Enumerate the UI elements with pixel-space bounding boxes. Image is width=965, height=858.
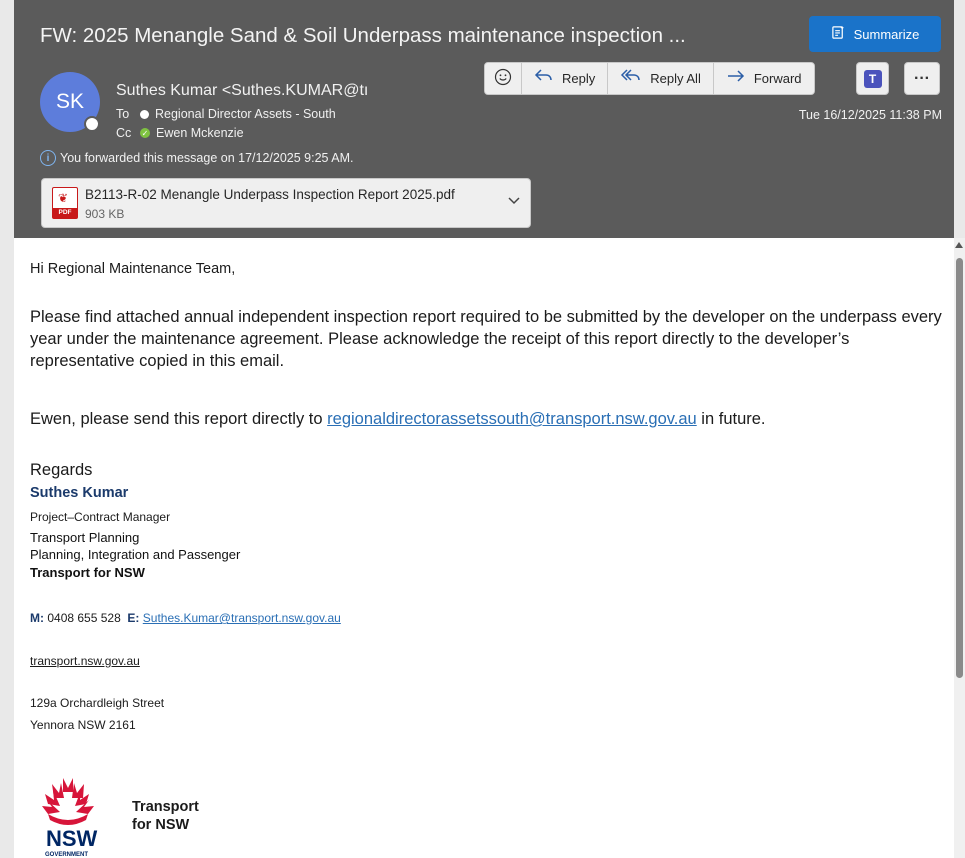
chevron-down-icon[interactable] xyxy=(508,194,520,208)
reply-all-icon xyxy=(620,68,642,89)
sender-name[interactable]: Suthes Kumar <Suthes.KUMAR@tı xyxy=(116,82,394,100)
reaction-button[interactable] xyxy=(485,63,522,94)
signature-division: Planning, Integration and Passenger xyxy=(30,547,241,562)
para2-prefix: Ewen, please send this report directly t… xyxy=(30,410,328,428)
signature-organisation: Transport for NSW xyxy=(30,565,145,580)
address-line: Yennora NSW 2161 xyxy=(30,718,136,732)
pdf-type-label: PDF xyxy=(53,208,77,218)
body-paragraph: Please find attached annual independent … xyxy=(30,308,942,370)
attachment-name: B2113-R-02 Menangle Underpass Inspection… xyxy=(85,187,455,202)
attachment-size: 903 KB xyxy=(85,207,125,221)
vertical-scrollbar[interactable] xyxy=(954,238,965,858)
more-actions-button[interactable]: ··· xyxy=(904,62,940,95)
teams-icon: T xyxy=(863,69,882,88)
sign-off: Regards xyxy=(30,461,93,479)
summarize-label: Summarize xyxy=(853,26,920,42)
teams-chat-button[interactable]: T xyxy=(856,62,889,95)
logo-sub: GOVERNMENT xyxy=(45,852,88,858)
cc-label: Cc xyxy=(116,126,132,140)
reply-all-label: Reply All xyxy=(650,71,701,86)
attachment-card[interactable]: ❦ PDF B2113-R-02 Menangle Underpass Insp… xyxy=(41,178,531,228)
presence-status-icon xyxy=(84,116,100,132)
reply-icon xyxy=(534,68,554,89)
forward-button[interactable]: Forward xyxy=(713,63,814,94)
mobile-key: M: xyxy=(30,611,44,625)
presence-dot-icon xyxy=(140,109,149,119)
sent-timestamp: Tue 16/12/2025 11:38 PM xyxy=(798,108,942,122)
to-recipient[interactable]: Regional Director Assets - South xyxy=(155,107,336,121)
scroll-thumb[interactable] xyxy=(956,258,963,678)
signature-title: Project–Contract Manager xyxy=(30,510,171,524)
email-key: E: xyxy=(127,611,140,625)
to-label: To xyxy=(116,107,130,121)
cc-recipient[interactable]: Ewen Mckenzie xyxy=(156,126,244,140)
message-header: FW: 2025 Menangle Sand & Soil Underpass … xyxy=(14,0,954,238)
website-link[interactable]: transport.nsw.gov.au xyxy=(30,654,140,668)
logo-line-2: for NSW xyxy=(132,817,190,833)
logo-line-1: Transport xyxy=(132,799,199,815)
forward-label: Forward xyxy=(753,71,802,86)
avatar-initials: SK xyxy=(55,90,84,113)
message-actions-toolbar: Reply Reply All Forward xyxy=(484,62,815,95)
logo-mark: NSW xyxy=(46,826,98,851)
cc-recipients: Cc ✓ Ewen Mckenzie xyxy=(116,126,244,140)
mobile-number: 0408 655 528 xyxy=(47,611,121,625)
summarize-icon xyxy=(831,25,846,43)
scroll-up-icon[interactable] xyxy=(955,242,963,248)
signature-name: Suthes Kumar xyxy=(30,485,129,501)
emoji-icon xyxy=(494,68,512,89)
message-body: Hi Regional Maintenance Team, Please fin… xyxy=(14,238,954,858)
forwarded-notice-text: You forwarded this message on 17/12/2025… xyxy=(60,151,354,165)
info-icon: i xyxy=(40,150,56,166)
available-status-icon: ✓ xyxy=(140,128,150,138)
para2-suffix: in future. xyxy=(696,410,766,428)
ellipsis-icon: ··· xyxy=(914,69,930,87)
address-line: 129a Orchardleigh Street xyxy=(30,696,165,710)
forwarded-notice: i You forwarded this message on 17/12/20… xyxy=(40,150,354,166)
forward-icon xyxy=(726,68,746,89)
summarize-button[interactable]: Summarize xyxy=(809,16,941,52)
signature-contact: M: 0408 655 528 E: Suthes.Kumar@transpor… xyxy=(30,611,341,625)
reply-button[interactable]: Reply xyxy=(522,63,609,94)
message-subject: FW: 2025 Menangle Sand & Soil Underpass … xyxy=(40,24,686,47)
signature-email-link[interactable]: Suthes.Kumar@transport.nsw.gov.au xyxy=(143,611,341,625)
reply-label: Reply xyxy=(562,71,596,86)
signature-department: Transport Planning xyxy=(30,530,140,545)
regional-email-link[interactable]: regionaldirectorassetssouth@transport.ns… xyxy=(327,410,697,428)
reply-all-button[interactable]: Reply All xyxy=(608,63,714,94)
body-paragraph-request: Ewen, please send this report directly t… xyxy=(30,408,942,430)
to-recipients: To Regional Director Assets - South xyxy=(116,107,336,121)
waratah-icon: NSW GOVERNMENT xyxy=(42,778,98,858)
greeting: Hi Regional Maintenance Team, xyxy=(30,261,236,277)
logo-wordmark: Transport for NSW xyxy=(132,798,199,834)
pdf-file-icon: ❦ PDF xyxy=(52,187,78,219)
